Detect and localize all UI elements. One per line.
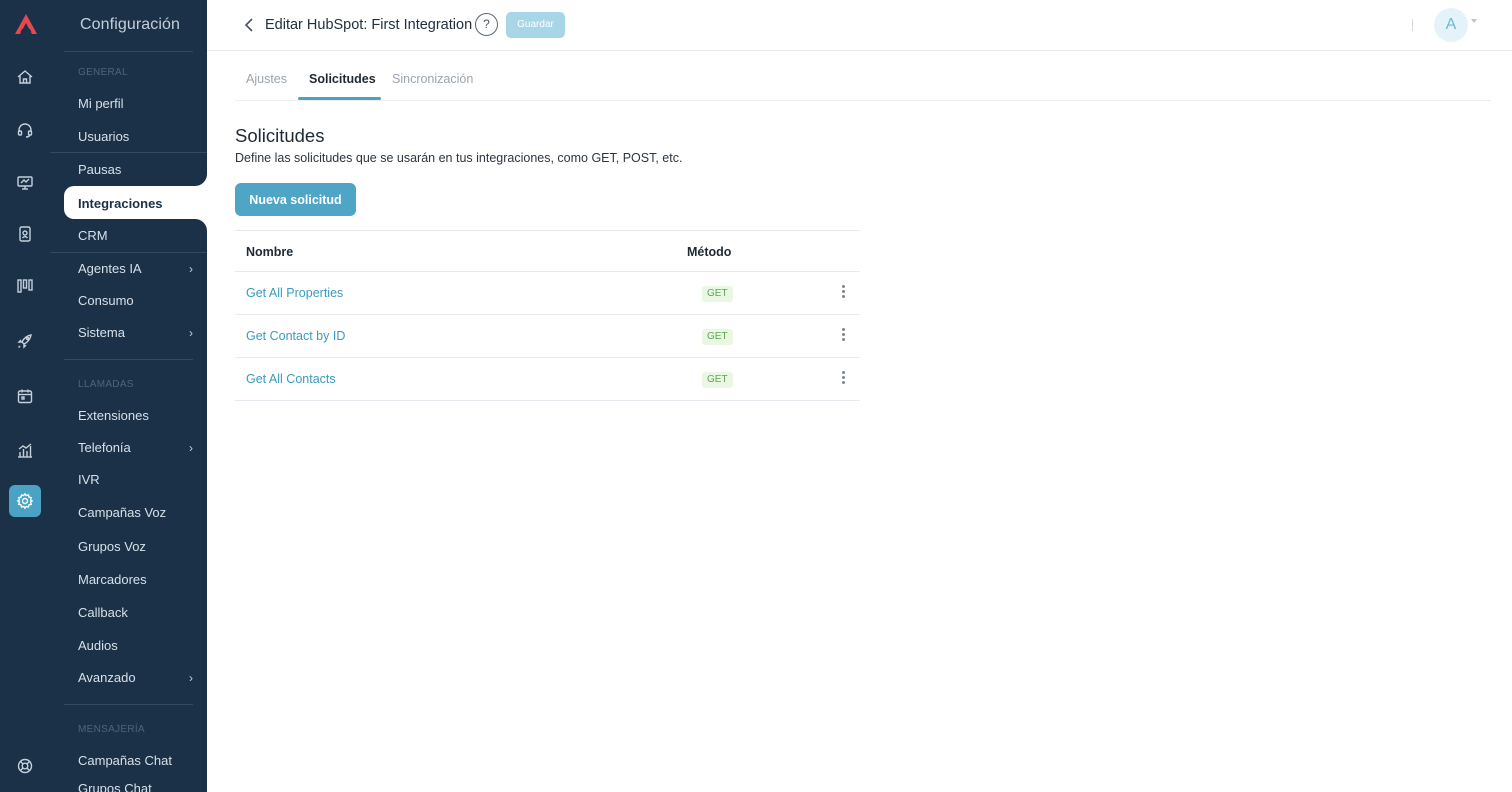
column-header-name[interactable]: Nombre [246, 245, 293, 259]
app-logo-icon[interactable] [13, 12, 39, 36]
request-name-link[interactable]: Get All Properties [246, 286, 343, 300]
page-title: Editar HubSpot: First Integration [265, 17, 473, 33]
sidebar-item-grupos-chat[interactable]: Grupos Chat [78, 779, 193, 792]
section-llamadas: LLAMADAS [78, 379, 134, 390]
tab-ajustes[interactable]: Ajustes [246, 72, 287, 101]
more-options-icon[interactable] [839, 371, 847, 387]
section-mensajeria: MENSAJERÍA [78, 724, 145, 735]
requests-table: Nombre Método Get All Properties GET Get… [235, 230, 860, 401]
top-header: Editar HubSpot: First Integration ? Guar… [207, 0, 1512, 51]
sidebar-item-extensiones[interactable]: Extensiones [78, 406, 193, 426]
request-name-link[interactable]: Get Contact by ID [246, 329, 345, 343]
sidebar-divider [50, 152, 207, 153]
contacts-icon[interactable] [9, 218, 41, 250]
sidebar-item-integraciones-label: Integraciones [78, 196, 163, 211]
sidebar-item-marcadores[interactable]: Marcadores [78, 570, 193, 590]
new-request-button[interactable]: Nueva solicitud [235, 183, 356, 216]
sidebar-item-telefonia[interactable]: Telefonía › [78, 438, 193, 458]
chevron-right-icon: › [189, 671, 193, 685]
request-name-link[interactable]: Get All Contacts [246, 372, 336, 386]
tab-bar: Ajustes Solicitudes Sincronización [235, 62, 1491, 101]
sidebar-item-audios[interactable]: Audios [78, 636, 193, 656]
sidebar-item-callback[interactable]: Callback [78, 603, 193, 623]
sidebar-item-label: Agentes IA [78, 261, 142, 276]
table-row[interactable]: Get Contact by ID GET [235, 315, 860, 358]
more-options-icon[interactable] [839, 285, 847, 301]
calendar-icon[interactable] [9, 380, 41, 412]
sidebar-item-label: Avanzado [78, 670, 136, 685]
method-badge: GET [702, 329, 733, 345]
sidebar-item-crm[interactable]: CRM [78, 226, 193, 246]
sidebar-item-usuarios[interactable]: Usuarios [78, 127, 193, 147]
table-header: Nombre Método [235, 230, 860, 272]
active-notch-bottom [193, 219, 207, 233]
more-options-icon[interactable] [839, 328, 847, 344]
section-description: Define las solicitudes que se usarán en … [235, 151, 683, 165]
sidebar-divider [64, 51, 193, 52]
method-badge: GET [702, 372, 733, 388]
header-divider [1412, 19, 1413, 31]
sidebar-item-avanzado[interactable]: Avanzado › [78, 668, 193, 688]
sidebar-item-label: Telefonía [78, 440, 131, 455]
monitor-icon[interactable] [9, 167, 41, 199]
chevron-right-icon: › [189, 326, 193, 340]
table-row[interactable]: Get All Contacts GET [235, 358, 860, 401]
config-sidebar: Configuración GENERAL Mi perfil Usuarios… [50, 0, 207, 792]
section-general: GENERAL [78, 67, 128, 78]
reports-icon[interactable] [9, 434, 41, 466]
sidebar-item-sistema[interactable]: Sistema › [78, 323, 193, 343]
active-notch-top [193, 172, 207, 186]
sidebar-item-pausas[interactable]: Pausas [78, 160, 193, 180]
back-arrow-icon[interactable] [243, 16, 255, 34]
table-row[interactable]: Get All Properties GET [235, 272, 860, 315]
sidebar-divider [64, 359, 193, 360]
rocket-icon[interactable] [9, 325, 41, 357]
chevron-right-icon: › [189, 262, 193, 276]
sidebar-divider [64, 704, 193, 705]
caret-down-icon[interactable] [1471, 19, 1477, 23]
kanban-icon[interactable] [9, 270, 41, 302]
help-icon[interactable]: ? [475, 13, 498, 36]
sidebar-item-grupos-voz[interactable]: Grupos Voz [78, 537, 193, 557]
avatar[interactable]: A [1434, 8, 1468, 42]
sidebar-item-campanas-voz[interactable]: Campañas Voz [78, 503, 193, 523]
sidebar-item-label: Sistema [78, 325, 125, 340]
column-header-method[interactable]: Método [687, 245, 731, 259]
sidebar-item-agentes-ia[interactable]: Agentes IA › [78, 259, 193, 279]
icon-rail [0, 0, 50, 792]
chevron-right-icon: › [189, 441, 193, 455]
settings-icon[interactable] [9, 485, 41, 517]
sidebar-item-consumo[interactable]: Consumo [78, 291, 193, 311]
tab-sincronizacion[interactable]: Sincronización [392, 72, 473, 101]
method-badge: GET [702, 286, 733, 302]
headset-icon[interactable] [9, 114, 41, 146]
sidebar-item-mi-perfil[interactable]: Mi perfil [78, 94, 193, 114]
support-icon[interactable] [9, 750, 41, 782]
sidebar-item-ivr[interactable]: IVR [78, 470, 193, 490]
active-tab-indicator [298, 97, 381, 100]
home-icon[interactable] [9, 61, 41, 93]
section-heading: Solicitudes [235, 125, 325, 146]
sidebar-divider [50, 252, 207, 253]
sidebar-item-campanas-chat[interactable]: Campañas Chat [78, 751, 193, 771]
save-button[interactable]: Guardar [506, 12, 565, 38]
sidebar-title: Configuración [80, 16, 181, 33]
